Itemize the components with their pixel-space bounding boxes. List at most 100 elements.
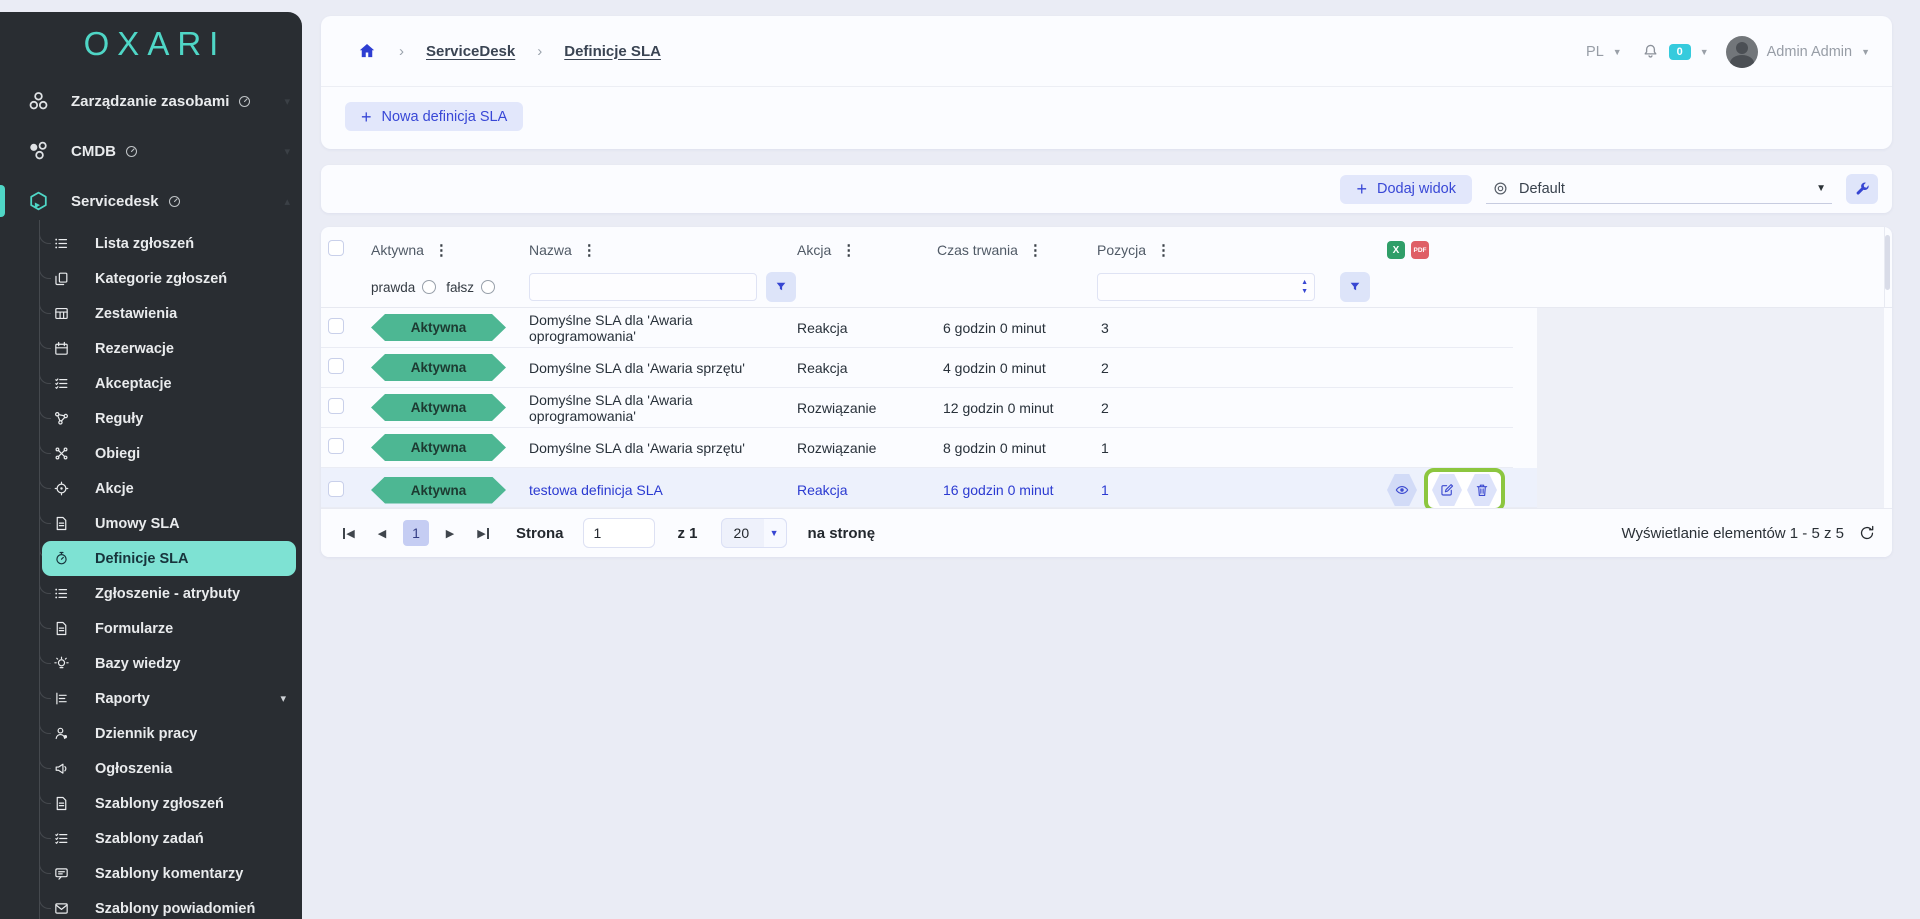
sidebar-item-label: Zestawienia [95,306,177,322]
sidebar-item-label: Kategorie zgłoszeń [95,271,227,287]
column-menu-icon[interactable]: ⋮ [1156,241,1171,259]
notifications-bell-icon[interactable] [1641,42,1660,61]
wrench-icon [1854,181,1871,198]
next-page-button[interactable]: ▶ [438,520,462,546]
name-filter-input[interactable] [529,273,757,301]
table-row[interactable]: Aktywna testowa definicja SLA Reakcja 16… [321,468,1537,508]
radio-false-label: fałsz [446,280,474,295]
table-empty-area [1537,308,1884,508]
first-page-button[interactable]: ◀ [337,520,361,546]
home-icon[interactable] [357,41,377,61]
row-checkbox[interactable] [328,481,344,497]
page-size-select[interactable]: 20 ▼ [721,518,787,548]
sla-position: 2 [1097,360,1387,376]
last-page-button[interactable]: ▶ [471,520,495,546]
number-stepper[interactable]: ▲▼ [1301,274,1308,300]
sidebar-item-label: Definicje SLA [95,551,188,567]
column-menu-icon[interactable]: ⋮ [1028,241,1043,259]
sidebar-item-label: Rezerwacje [95,341,174,357]
delete-button[interactable] [1467,474,1497,506]
plus-icon: + [361,108,372,126]
user-avatar[interactable] [1726,36,1758,68]
sla-action: Reakcja [797,482,937,498]
chevron-icon[interactable]: ▾ [284,145,290,158]
table-row[interactable]: Aktywna Domyślne SLA dla 'Awaria oprogra… [321,308,1513,348]
app-logo: OXARI [0,12,302,76]
comment-templates-icon [53,865,70,882]
table-row[interactable]: Aktywna Domyślne SLA dla 'Awaria sprzętu… [321,348,1513,388]
view-icon [1492,180,1509,197]
selected-view-label: Default [1519,181,1565,197]
column-header[interactable]: Nazwa [529,242,572,258]
language-selector[interactable]: PL [1586,44,1604,60]
name-filter-button[interactable] [766,272,796,302]
sla-action: Reakcja [797,360,937,376]
sidebar-section[interactable]: CMDB ▾ [0,126,302,176]
active-section-indicator [0,185,5,217]
ticket-templates-icon [53,795,70,812]
row-checkbox[interactable] [328,358,344,374]
sla-name[interactable]: Domyślne SLA dla 'Awaria oprogramowania' [529,392,797,424]
column-header[interactable]: Czas trwania [937,242,1018,258]
view-toolbar: + Dodaj widok Default ▼ [321,165,1892,213]
previous-page-button[interactable]: ◀ [370,520,394,546]
view-selector[interactable]: Default ▼ [1486,174,1832,204]
page-number-input[interactable] [583,518,655,548]
preview-button[interactable] [1387,474,1417,506]
sla-name[interactable]: Domyślne SLA dla 'Awaria sprzętu' [529,360,797,376]
select-all-checkbox[interactable] [328,240,344,256]
sla-name[interactable]: Domyślne SLA dla 'Awaria sprzętu' [529,440,797,456]
per-page-label: na stronę [808,525,876,542]
sla-position: 1 [1097,482,1387,498]
user-name[interactable]: Admin Admin [1767,44,1852,60]
table-icon [53,305,70,322]
radio-false[interactable] [481,280,495,294]
sidebar-section-label: CMDB [71,143,116,160]
position-filter-button[interactable] [1340,272,1370,302]
notification-count-badge[interactable]: 0 [1669,44,1691,60]
excel-export-icon[interactable]: X [1387,241,1405,259]
sla-duration: 16 godzin 0 minut [937,482,1097,498]
table-row[interactable]: Aktywna Domyślne SLA dla 'Awaria sprzętu… [321,428,1513,468]
refresh-icon[interactable] [1858,524,1876,542]
column-header[interactable]: Aktywna [371,242,424,258]
position-filter-input[interactable] [1098,274,1314,300]
row-checkbox[interactable] [328,318,344,334]
sidebar-section[interactable]: Servicedesk ▴ [0,176,302,226]
scrollbar[interactable] [1885,235,1890,290]
plus-icon: + [1356,180,1367,198]
breadcrumb-link-sla-definitions[interactable]: Definicje SLA [564,43,661,60]
column-menu-icon[interactable]: ⋮ [841,241,856,259]
gauge-icon [124,144,139,159]
column-header[interactable]: Akcja [797,242,831,258]
radio-true[interactable] [422,280,436,294]
view-settings-button[interactable] [1846,174,1878,204]
annotation-highlight [1424,468,1505,512]
sidebar-section[interactable]: Zarządzanie zasobami ▾ [0,76,302,126]
chevron-icon[interactable]: ▾ [284,95,290,108]
current-page-button[interactable]: 1 [403,520,429,546]
table-row[interactable]: Aktywna Domyślne SLA dla 'Awaria oprogra… [321,388,1513,428]
gauge-icon [167,194,182,209]
column-header[interactable]: Pozycja [1097,242,1146,258]
sidebar-item[interactable]: Szablony powiadomień [0,891,302,919]
sidebar: OXARI Zarządzanie zasobami ▾ CMDB ▾ Serv… [0,12,302,919]
sidebar-item-label: Szablony zadań [95,831,204,847]
sla-action: Reakcja [797,320,937,336]
sla-name[interactable]: Domyślne SLA dla 'Awaria oprogramowania' [529,312,797,344]
new-sla-definition-button[interactable]: + Nowa definicja SLA [345,102,523,131]
status-badge: Aktywna [371,354,506,381]
column-menu-icon[interactable]: ⋮ [582,241,597,259]
add-view-button[interactable]: + Dodaj widok [1340,175,1472,204]
breadcrumb-separator: › [537,43,542,60]
column-menu-icon[interactable]: ⋮ [434,241,449,259]
edit-button[interactable] [1432,474,1462,506]
row-checkbox[interactable] [328,398,344,414]
breadcrumb-link-servicedesk[interactable]: ServiceDesk [426,43,515,60]
chevron-icon[interactable]: ▴ [284,195,290,208]
header-card: › ServiceDesk › Definicje SLA PL ▼ 0 ▼ A… [321,16,1892,149]
sla-name[interactable]: testowa definicja SLA [529,482,797,498]
row-checkbox[interactable] [328,438,344,454]
pdf-export-icon[interactable]: PDF [1411,241,1429,259]
announcements-icon [53,760,70,777]
